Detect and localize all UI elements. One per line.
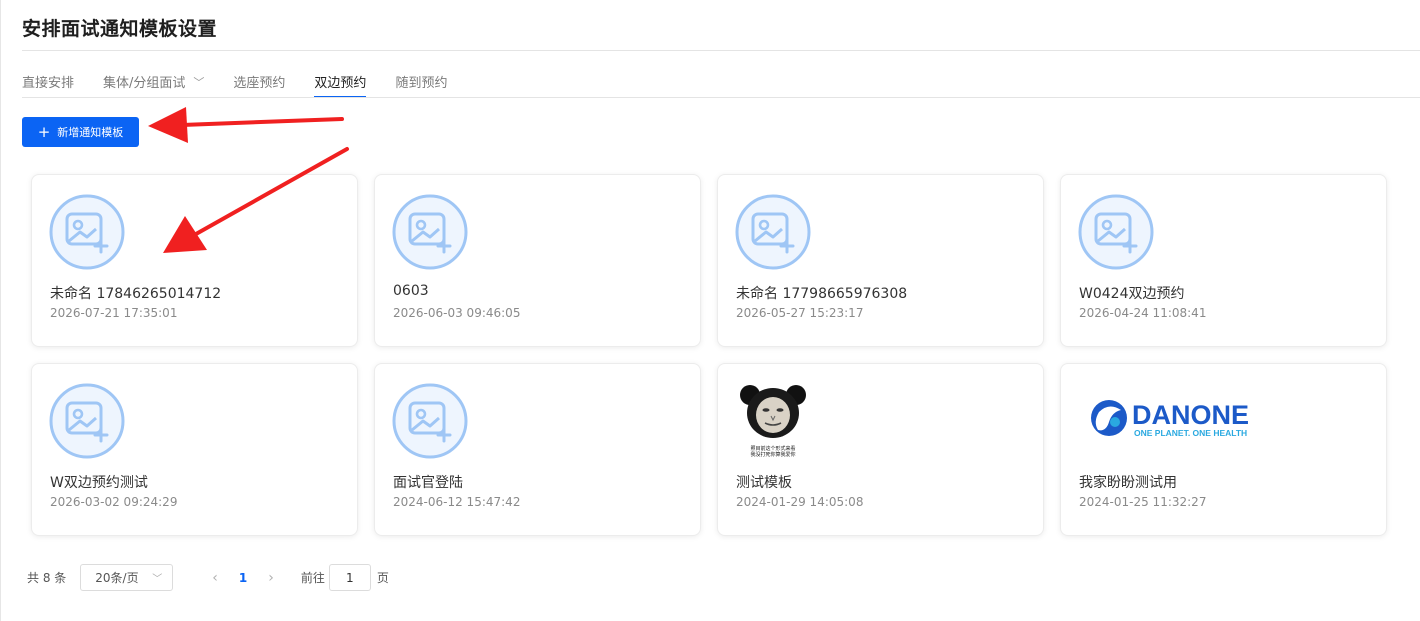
template-date: 2024-01-25 11:32:27: [1079, 495, 1207, 509]
plus-icon: +: [37, 122, 51, 141]
image-placeholder-icon: [49, 194, 125, 270]
template-name: W0424双边预约: [1079, 286, 1185, 302]
image-placeholder-icon: [735, 194, 811, 270]
left-edge-border: [0, 0, 1, 621]
template-date: 2026-03-02 09:24:29: [50, 495, 178, 509]
chevron-down-icon: ﹀: [193, 76, 205, 89]
template-date: 2026-04-24 11:08:41: [1079, 306, 1207, 320]
template-date: 2026-06-03 09:46:05: [393, 306, 521, 320]
template-card[interactable]: 未命名 17798665976308 2026-05-27 15:23:17: [717, 174, 1044, 347]
template-date: 2026-05-27 15:23:17: [736, 306, 864, 320]
tab-walk-in-booking[interactable]: 随到预约: [395, 72, 447, 98]
tabs-divider: [22, 97, 1420, 98]
image-placeholder-icon: [392, 383, 468, 459]
svg-text:ONE PLANET. ONE HEALTH: ONE PLANET. ONE HEALTH: [1134, 428, 1247, 438]
template-name: 0603: [393, 283, 429, 299]
template-name: 未命名 17798665976308: [736, 286, 908, 302]
template-card[interactable]: 照目前这个形式来看 我没打死你算我爱你 测试模板 2024-01-29 14:0…: [717, 363, 1044, 536]
tab-direct-arrange[interactable]: 直接安排: [22, 72, 74, 98]
template-name: 测试模板: [736, 475, 792, 491]
template-name: 面试官登陆: [393, 475, 463, 491]
template-card[interactable]: DANONE ONE PLANET. ONE HEALTH 我家盼盼测试用 20…: [1060, 363, 1387, 536]
template-name: W双边预约测试: [50, 475, 148, 491]
prev-page-button[interactable]: ‹: [212, 570, 218, 586]
page-size-select[interactable]: 20条/页 ﹀: [80, 564, 174, 591]
template-date: 2024-01-29 14:05:08: [736, 495, 864, 509]
page-title: 安排面试通知模板设置: [22, 18, 218, 40]
template-date: 2024-06-12 15:47:42: [393, 495, 521, 509]
page-size-value: 20条/页: [95, 571, 139, 585]
add-template-button[interactable]: + 新增通知模板: [22, 117, 139, 147]
chevron-down-icon: ﹀: [152, 574, 163, 585]
template-card[interactable]: W双边预约测试 2026-03-02 09:24:29: [31, 363, 358, 536]
goto-suffix: 页: [376, 571, 389, 585]
svg-text:DANONE: DANONE: [1132, 400, 1249, 430]
template-grid: 未命名 17846265014712 2026-07-21 17:35:01 0…: [31, 174, 1387, 536]
tab-group-interview[interactable]: 集体/分组面试 ﹀: [103, 72, 204, 98]
goto-label: 前往: [300, 571, 325, 585]
image-placeholder-icon: [49, 383, 125, 459]
template-card[interactable]: 面试官登陆 2024-06-12 15:47:42: [374, 363, 701, 536]
red-arrow-to-add-button: [148, 107, 344, 143]
title-divider: [22, 50, 1420, 51]
danone-logo: DANONE ONE PLANET. ONE HEALTH: [1091, 400, 1249, 438]
panda-meme-caption: 照目前这个形式来看 我没打死你算我爱你: [750, 446, 796, 458]
template-card[interactable]: W0424双边预约 2026-04-24 11:08:41: [1060, 174, 1387, 347]
template-name: 未命名 17846265014712: [50, 286, 222, 302]
page-number-current[interactable]: 1: [239, 571, 247, 585]
template-card[interactable]: 未命名 17846265014712 2026-07-21 17:35:01: [31, 174, 358, 347]
tab-bar: 直接安排 集体/分组面试 ﹀ 选座预约 双边预约 随到预约: [22, 72, 476, 98]
add-template-label: 新增通知模板: [57, 126, 124, 139]
goto-page-input[interactable]: [328, 564, 371, 591]
image-placeholder-icon: [1078, 194, 1154, 270]
template-date: 2026-07-21 17:35:01: [50, 306, 178, 320]
template-name: 我家盼盼测试用: [1079, 475, 1177, 491]
image-placeholder-icon: [392, 194, 468, 270]
panda-meme-image: 照目前这个形式来看 我没打死你算我爱你: [735, 383, 811, 459]
next-page-button[interactable]: ›: [268, 570, 274, 586]
tab-bilateral-booking[interactable]: 双边预约: [314, 72, 367, 98]
template-card[interactable]: 0603 2026-06-03 09:46:05: [374, 174, 701, 347]
tab-seat-booking[interactable]: 选座预约: [233, 72, 285, 98]
total-count: 共 8 条: [27, 571, 67, 585]
pagination: 共 8 条 20条/页 ﹀ ‹ 1 › 前往 页: [27, 564, 389, 591]
